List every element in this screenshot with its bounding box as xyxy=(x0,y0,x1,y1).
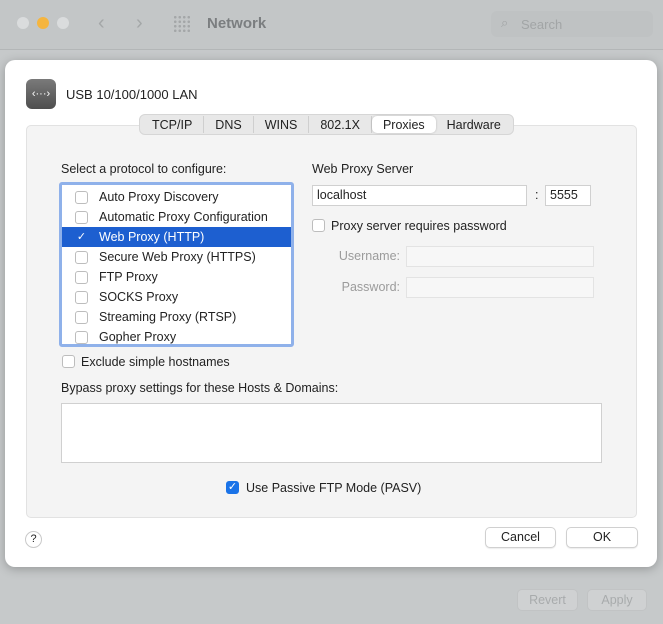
passive-ftp-label: Use Passive FTP Mode (PASV) xyxy=(246,481,422,495)
protocol-item[interactable]: Gopher Proxy xyxy=(62,327,291,347)
tab-hardware[interactable]: Hardware xyxy=(436,116,512,133)
protocol-checkbox[interactable] xyxy=(75,190,88,204)
tab-proxies[interactable]: Proxies xyxy=(371,116,436,133)
search-icon: ⌕ xyxy=(501,15,509,30)
forward-icon[interactable]: › xyxy=(136,12,143,35)
password-input[interactable] xyxy=(406,277,594,298)
apply-button[interactable]: Apply xyxy=(587,589,647,611)
colon: : xyxy=(535,188,539,202)
grid-icon[interactable] xyxy=(173,15,191,33)
protocol-label: Auto Proxy Discovery xyxy=(99,190,219,204)
device-name: USB 10/100/1000 LAN xyxy=(66,87,198,102)
ok-button[interactable]: OK xyxy=(566,527,638,548)
tab-dns[interactable]: DNS xyxy=(204,116,254,133)
proxy-server-input[interactable]: localhost xyxy=(312,185,527,206)
tab-tcpip[interactable]: TCP/IP xyxy=(141,116,205,133)
password-label: Password: xyxy=(341,280,400,294)
protocol-label: Streaming Proxy (RTSP) xyxy=(99,310,237,324)
protocol-item[interactable]: Streaming Proxy (RTSP) xyxy=(62,307,291,327)
bypass-textarea[interactable] xyxy=(61,403,602,463)
proxy-port-input[interactable]: 5555 xyxy=(545,185,591,206)
protocol-item[interactable]: Automatic Proxy Configuration xyxy=(62,207,291,227)
passive-ftp-checkbox[interactable]: ✓ xyxy=(226,481,239,494)
protocol-list: Auto Proxy Discovery Automatic Proxy Conf… xyxy=(59,182,294,347)
requires-password-checkbox[interactable] xyxy=(312,219,325,232)
protocol-item[interactable]: SOCKS Proxy xyxy=(62,287,291,307)
ethernet-icon: ‹···› xyxy=(26,79,56,109)
search-placeholder: Search xyxy=(521,17,563,32)
revert-button[interactable]: Revert xyxy=(517,589,578,611)
protocol-item[interactable]: ✓ Web Proxy (HTTP) xyxy=(62,227,291,247)
requires-password-label: Proxy server requires password xyxy=(331,219,507,233)
protocol-checkbox[interactable] xyxy=(75,310,88,324)
tab-wins[interactable]: WINS xyxy=(254,116,310,133)
username-label: Username: xyxy=(338,249,400,263)
protocol-label: Web Proxy (HTTP) xyxy=(99,230,205,244)
protocol-checkbox[interactable] xyxy=(75,330,88,344)
cancel-button[interactable]: Cancel xyxy=(485,527,556,548)
username-input[interactable] xyxy=(406,246,594,267)
protocol-checkbox[interactable] xyxy=(75,250,88,264)
help-button[interactable]: ? xyxy=(25,531,42,548)
protocol-checkbox[interactable]: ✓ xyxy=(75,230,88,244)
exclude-simple-label: Exclude simple hostnames xyxy=(81,355,230,369)
zoom-button[interactable] xyxy=(57,17,69,29)
protocol-label: Automatic Proxy Configuration xyxy=(99,210,268,224)
back-icon[interactable]: ‹ xyxy=(98,12,105,35)
search-input[interactable]: ⌕ Search xyxy=(491,11,653,37)
protocol-item[interactable]: Auto Proxy Discovery xyxy=(62,187,291,207)
protocol-item[interactable]: FTP Proxy xyxy=(62,267,291,287)
protocol-checkbox[interactable] xyxy=(75,210,88,224)
exclude-simple-checkbox[interactable] xyxy=(62,355,75,368)
protocol-label: Gopher Proxy xyxy=(99,330,177,344)
window-title: Network xyxy=(207,15,267,32)
minimize-button[interactable] xyxy=(37,17,49,29)
close-button[interactable] xyxy=(17,17,29,29)
protocol-item[interactable]: Secure Web Proxy (HTTPS) xyxy=(62,247,291,267)
protocol-checkbox[interactable] xyxy=(75,290,88,304)
protocol-label: FTP Proxy xyxy=(99,270,158,284)
protocol-label: Secure Web Proxy (HTTPS) xyxy=(99,250,256,264)
tab-8021x[interactable]: 802.1X xyxy=(309,116,372,133)
server-label: Web Proxy Server xyxy=(312,162,414,176)
tab-bar: TCP/IP DNS WINS 802.1X Proxies Hardware xyxy=(139,114,514,135)
protocol-checkbox[interactable] xyxy=(75,270,88,284)
bypass-label: Bypass proxy settings for these Hosts & … xyxy=(61,381,339,395)
protocol-label: Select a protocol to configure: xyxy=(61,162,227,176)
protocol-label: SOCKS Proxy xyxy=(99,290,179,304)
